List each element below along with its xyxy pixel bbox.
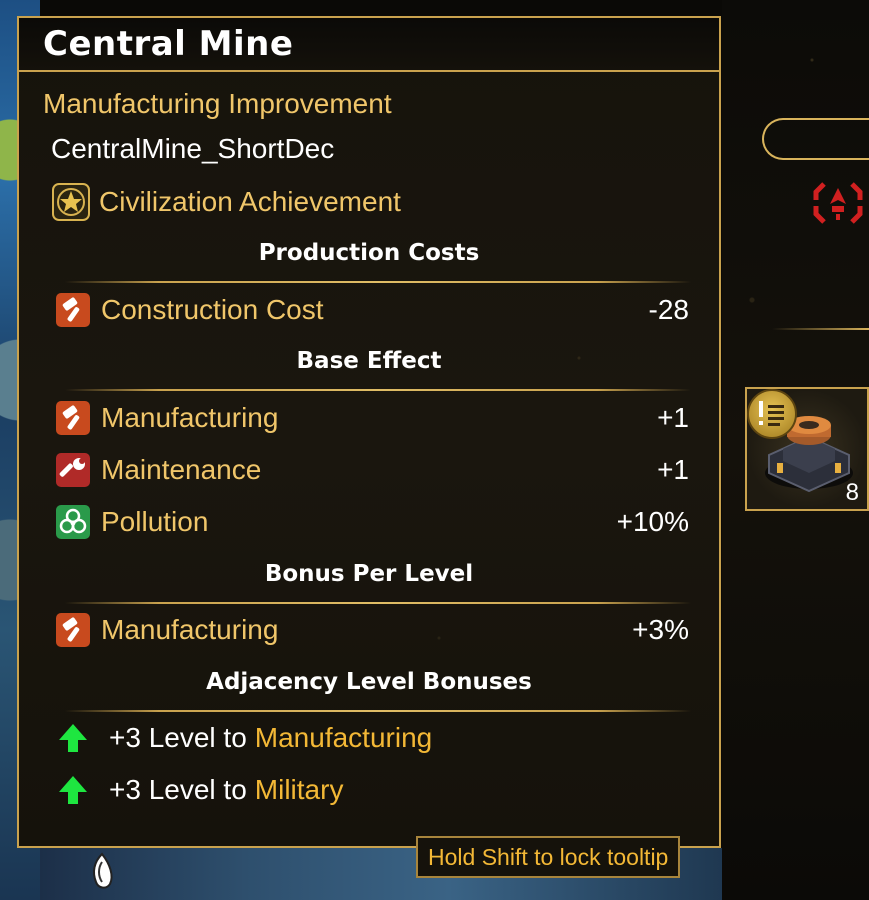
star-icon bbox=[52, 183, 90, 221]
stat-label: Pollution bbox=[101, 506, 209, 537]
quest-badge-icon bbox=[747, 389, 797, 439]
tooltip-title: Central Mine bbox=[43, 24, 294, 64]
stat-label: Construction Cost bbox=[101, 294, 324, 325]
achievement-row: Civilization Achievement bbox=[51, 182, 401, 222]
biohazard-icon bbox=[56, 505, 90, 539]
adjacency-prefix: +3 Level to bbox=[109, 722, 247, 753]
side-panel-divider bbox=[772, 328, 869, 330]
hammer-icon bbox=[56, 401, 90, 435]
section-divider bbox=[65, 602, 691, 604]
tooltip-subtitle: Manufacturing Improvement bbox=[43, 88, 392, 119]
building-card-central-mine[interactable]: 8 bbox=[745, 387, 869, 511]
section-header-bonus-per-level: Bonus Per Level bbox=[264, 561, 474, 587]
green-arrow-up-icon bbox=[59, 724, 87, 752]
stat-value: +1 bbox=[657, 454, 689, 485]
hammer-icon bbox=[56, 293, 90, 327]
achievement-label: Civilization Achievement bbox=[99, 186, 401, 217]
section-divider bbox=[65, 389, 691, 391]
adjacency-row-manufacturing: +3 Level to Manufacturing bbox=[55, 718, 432, 758]
building-tooltip: Central Mine Manufacturing Improvement C… bbox=[17, 16, 721, 848]
adjacency-row-military: +3 Level to Military bbox=[55, 770, 343, 810]
stat-value: +3% bbox=[632, 614, 689, 645]
stat-value: -28 bbox=[648, 294, 689, 325]
stat-row-manufacturing-bonus: Manufacturing +3% bbox=[55, 610, 689, 650]
stat-value: +1 bbox=[657, 402, 689, 433]
adjacency-prefix: +3 Level to bbox=[109, 774, 247, 805]
building-count: 8 bbox=[845, 479, 859, 506]
adjacency-target: Manufacturing bbox=[254, 722, 433, 753]
section-header-adjacency: Adjacency Level Bonuses bbox=[206, 669, 532, 695]
stat-label: Maintenance bbox=[101, 454, 262, 485]
adjacency-target: Military bbox=[254, 774, 344, 805]
red-alert-icon[interactable] bbox=[806, 170, 869, 236]
map-pin-icon[interactable] bbox=[88, 852, 116, 892]
stat-row-construction-cost: Construction Cost -28 bbox=[55, 290, 689, 330]
section-divider bbox=[65, 281, 691, 283]
tooltip-title-bar: Central Mine bbox=[19, 18, 719, 72]
section-divider bbox=[65, 710, 691, 712]
green-arrow-up-icon bbox=[59, 776, 87, 804]
side-panel-pill-field[interactable] bbox=[762, 118, 869, 160]
section-header-production-costs: Production Costs bbox=[258, 240, 480, 266]
stat-label: Manufacturing bbox=[101, 614, 279, 645]
tooltip-description: CentralMine_ShortDec bbox=[51, 133, 335, 164]
stat-value: +10% bbox=[616, 506, 689, 537]
stat-row-pollution: Pollution +10% bbox=[55, 502, 689, 542]
wrench-icon bbox=[56, 453, 90, 487]
lock-tooltip-hint: Hold Shift to lock tooltip bbox=[416, 836, 681, 878]
hammer-icon bbox=[56, 613, 90, 647]
stat-row-manufacturing: Manufacturing +1 bbox=[55, 398, 689, 438]
stat-label: Manufacturing bbox=[101, 402, 279, 433]
stat-row-maintenance: Maintenance +1 bbox=[55, 450, 689, 490]
section-header-base-effect: Base Effect bbox=[296, 348, 442, 374]
